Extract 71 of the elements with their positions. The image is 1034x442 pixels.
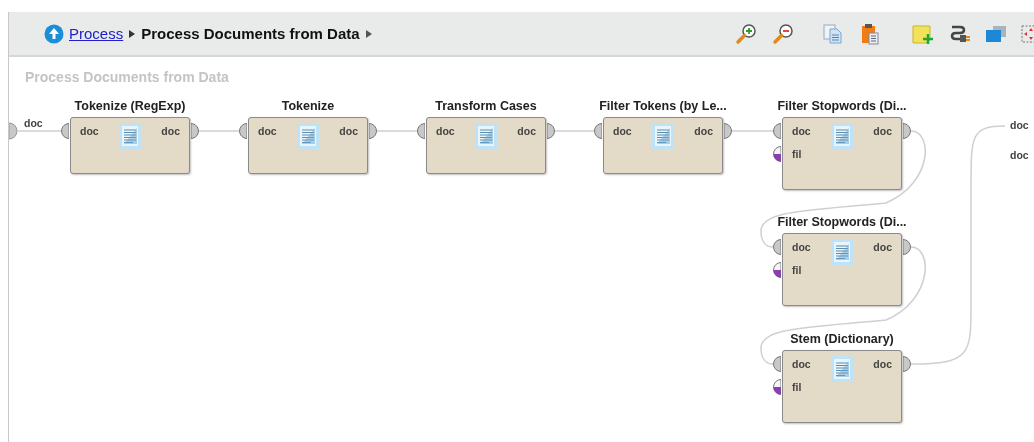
port-label: fil [792, 147, 802, 161]
zoom-in-icon[interactable] [735, 22, 759, 45]
output-port-icon[interactable] [724, 123, 732, 139]
operator-title: Transform Cases [434, 98, 538, 115]
port-label: doc [161, 124, 180, 138]
port-label: doc [613, 124, 632, 138]
operator-box[interactable] [782, 233, 902, 306]
output-port-icon[interactable] [369, 123, 377, 139]
operator-box[interactable] [603, 117, 723, 174]
port-label: doc [873, 124, 892, 138]
operator-title: Stem (Dictionary) [789, 331, 895, 348]
document-icon [831, 123, 853, 149]
output-port-icon[interactable] [547, 123, 555, 139]
operator-box[interactable] [426, 117, 546, 174]
document-icon [475, 123, 497, 149]
input-port-icon[interactable] [594, 123, 602, 139]
fit-to-view-icon[interactable] [1020, 22, 1034, 45]
port-label: doc [792, 124, 811, 138]
output-port-icon[interactable] [903, 123, 911, 139]
filter-port-icon[interactable] [773, 262, 781, 278]
connector-line [554, 130, 595, 132]
port-label: doc [1010, 149, 1029, 161]
port-label: doc [80, 124, 99, 138]
operator-box[interactable] [782, 117, 902, 190]
document-icon [831, 239, 853, 265]
document-icon [652, 123, 674, 149]
caret-icon [128, 28, 137, 39]
operator-box[interactable] [782, 350, 902, 423]
document-icon [831, 356, 853, 382]
paste-icon[interactable] [859, 22, 881, 45]
copy-icon[interactable] [822, 22, 844, 45]
zoom-out-icon[interactable] [772, 22, 796, 45]
caret-icon[interactable] [364, 28, 373, 39]
input-port-icon[interactable] [773, 239, 781, 255]
connector-line [16, 130, 62, 132]
process-link[interactable]: Process [69, 25, 124, 42]
port-label: doc [436, 124, 455, 138]
input-port-icon[interactable] [773, 123, 781, 139]
filter-port-icon[interactable] [773, 379, 781, 395]
port-label: doc [694, 124, 713, 138]
document-icon [119, 123, 141, 149]
output-port-icon[interactable] [903, 239, 911, 255]
port-label: doc [873, 357, 892, 371]
filter-port-icon[interactable] [773, 146, 781, 162]
process-input-port-icon[interactable] [9, 122, 18, 140]
port-label: doc [792, 240, 811, 254]
input-port-icon[interactable] [417, 123, 425, 139]
operator-title: Tokenize (RegExp) [73, 98, 187, 115]
canvas-title: Process Documents from Data [25, 69, 229, 85]
port-label: doc [24, 117, 43, 129]
breadcrumb-current: Process Documents from Data [141, 25, 360, 42]
add-note-icon[interactable] [911, 22, 935, 45]
operator-title: Tokenize [280, 98, 336, 115]
operator-box[interactable] [70, 117, 190, 174]
port-label: doc [792, 357, 811, 371]
connector-line [376, 130, 418, 132]
port-label: doc [517, 124, 536, 138]
port-label: doc [258, 124, 277, 138]
input-port-icon[interactable] [239, 123, 247, 139]
port-label: doc [1010, 119, 1029, 131]
output-port-icon[interactable] [903, 356, 911, 372]
input-port-icon[interactable] [61, 123, 69, 139]
port-label: doc [339, 124, 358, 138]
port-label: doc [873, 240, 892, 254]
input-port-icon[interactable] [773, 356, 781, 372]
port-label: fil [792, 263, 802, 277]
operator-box[interactable] [248, 117, 368, 174]
document-icon [297, 123, 319, 149]
port-label: fil [792, 380, 802, 394]
connector-line [198, 130, 240, 132]
output-port-icon[interactable] [191, 123, 199, 139]
